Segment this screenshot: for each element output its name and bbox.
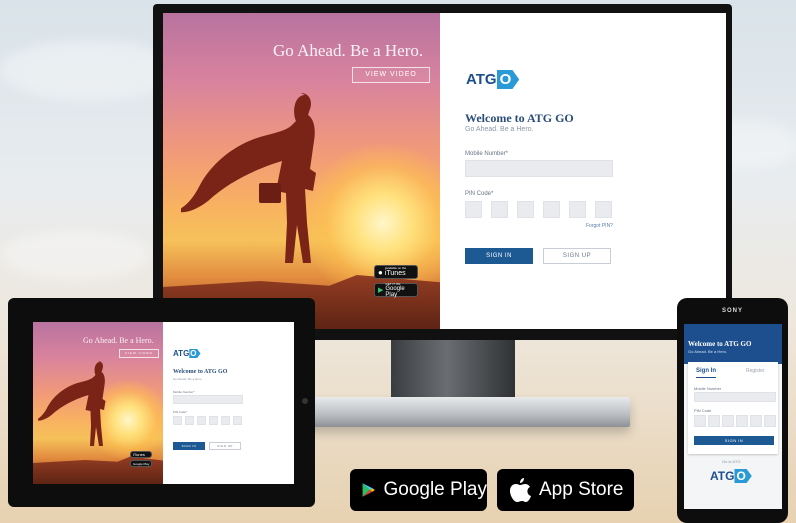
hero-silhouette [181, 93, 316, 263]
apple-icon: ● [378, 267, 383, 277]
logo-text: ATG [466, 71, 497, 88]
phone-title: Welcome to ATG GO [688, 340, 752, 348]
login-title: Welcome to ATG GO [465, 111, 574, 125]
google-play-icon [362, 483, 375, 497]
phone-atg-go-logo: ATG O [710, 469, 752, 483]
play-icon: ▶ [378, 287, 384, 294]
mobile-number-input[interactable] [465, 160, 613, 177]
itunes-badge-label: iTunes [133, 452, 145, 457]
background-cloud [0, 230, 150, 280]
login-subtitle: Go Ahead. Be a Hero. [465, 126, 534, 133]
phone-subtitle: Go Ahead. Be a Hero. [688, 349, 728, 354]
phone-mobile-input[interactable] [694, 392, 776, 402]
login-title: Welcome to ATG GO [173, 369, 228, 375]
atg-go-logo: ATG O [466, 70, 520, 89]
hero-view-video-button[interactable]: VIEW VIDEO [352, 67, 430, 83]
sign-up-button[interactable]: SIGN UP [543, 248, 611, 264]
logo-text: ATG [173, 349, 190, 358]
sign-up-button[interactable]: SIGN UP [209, 442, 241, 450]
phone-mobile-label: Mobile Number [694, 386, 722, 391]
mobile-number-input[interactable] [173, 395, 243, 404]
tablet-camera [302, 398, 308, 404]
itunes-badge[interactable]: ● Available on the iTunes [374, 265, 418, 279]
app-store-label: App Store [539, 479, 624, 500]
gplay-badge-label: Google Play [385, 285, 405, 298]
monitor-stand-base [295, 397, 630, 427]
phone-brand: SONY [721, 308, 743, 314]
mobile-number-label: Mobile Number* [465, 151, 509, 157]
phone-pin-digit-3[interactable] [722, 415, 734, 427]
desktop-login-panel: ATG O Welcome to ATG GO Go Ahead. Be a H… [440, 13, 726, 329]
pin-digit-6[interactable] [595, 201, 612, 218]
google-play-badge[interactable]: Google Play [130, 460, 152, 467]
phone-sign-in-button[interactable]: SIGN IN [694, 436, 774, 445]
sign-in-button[interactable]: SIGN IN [173, 442, 205, 450]
tab-register[interactable]: Register [746, 368, 765, 374]
google-play-label: Google Play [383, 479, 487, 500]
pin-digit-5[interactable] [221, 416, 230, 425]
phone-screen: Welcome to ATG GO Go Ahead. Be a Hero. S… [684, 324, 782, 509]
rocks [33, 456, 163, 484]
hero-title: Go Ahead. Be a Hero. [83, 336, 154, 345]
atg-go-logo: ATG O [173, 349, 201, 358]
pin-digit-1[interactable] [173, 416, 182, 425]
hero-silhouette [38, 361, 106, 446]
tablet-login-panel: ATG O Welcome to ATG GO Go Ahead. Be a H… [163, 322, 294, 484]
tablet-hero-image: Go Ahead. Be a Hero. VIEW VIDEO iTunes G… [33, 322, 163, 484]
pin-digit-5[interactable] [569, 201, 586, 218]
monitor-stand-neck [391, 338, 515, 402]
phone-footer-link[interactable]: Go to ATG [722, 459, 741, 464]
pin-digit-3[interactable] [517, 201, 534, 218]
logo-arrow-icon: O [496, 70, 520, 89]
login-subtitle: Go Ahead. Be a Hero. [173, 377, 203, 381]
phone-pin-label: PIN Code [694, 408, 712, 413]
hero-title: Go Ahead. Be a Hero. [273, 41, 424, 60]
itunes-badge-label: iTunes [384, 270, 406, 277]
apple-icon [510, 478, 531, 502]
sign-in-button[interactable]: SIGN IN [465, 248, 533, 264]
logo-arrow-icon: O [734, 469, 752, 483]
pin-digit-3[interactable] [197, 416, 206, 425]
pin-digit-1[interactable] [465, 201, 482, 218]
phone-pin-digit-1[interactable] [694, 415, 706, 427]
phone-pin-digit-2[interactable] [708, 415, 720, 427]
phone-pin-digit-6[interactable] [764, 415, 776, 427]
pin-digit-4[interactable] [209, 416, 218, 425]
forgot-pin-link[interactable]: Forgot PIN? [586, 223, 613, 229]
tab-sign-in[interactable]: Sign In [696, 368, 716, 378]
desktop-hero-image: Go Ahead. Be a Hero. VIEW VIDEO ● Availa… [163, 13, 440, 329]
mobile-number-label: Mobile Number* [173, 390, 195, 394]
pin-digit-4[interactable] [543, 201, 560, 218]
gplay-badge-label: Google Play [133, 461, 150, 466]
pin-digit-6[interactable] [233, 416, 242, 425]
google-play-store-button[interactable]: Google Play [350, 469, 487, 511]
app-store-button[interactable]: App Store [497, 469, 634, 511]
google-play-badge[interactable]: ▶ GET IT ON Google Play [374, 282, 418, 298]
hero-view-video-button[interactable]: VIEW VIDEO [119, 349, 159, 358]
phone-pin-digit-5[interactable] [750, 415, 762, 427]
logo-text: ATG [710, 469, 735, 483]
pin-digit-2[interactable] [491, 201, 508, 218]
pin-digit-2[interactable] [185, 416, 194, 425]
logo-arrow-icon: O [189, 349, 201, 358]
itunes-badge[interactable]: iTunes [130, 451, 152, 458]
pin-code-label: PIN Code* [465, 191, 494, 197]
pin-code-label: PIN Code* [173, 410, 188, 414]
phone-pin-digit-4[interactable] [736, 415, 748, 427]
